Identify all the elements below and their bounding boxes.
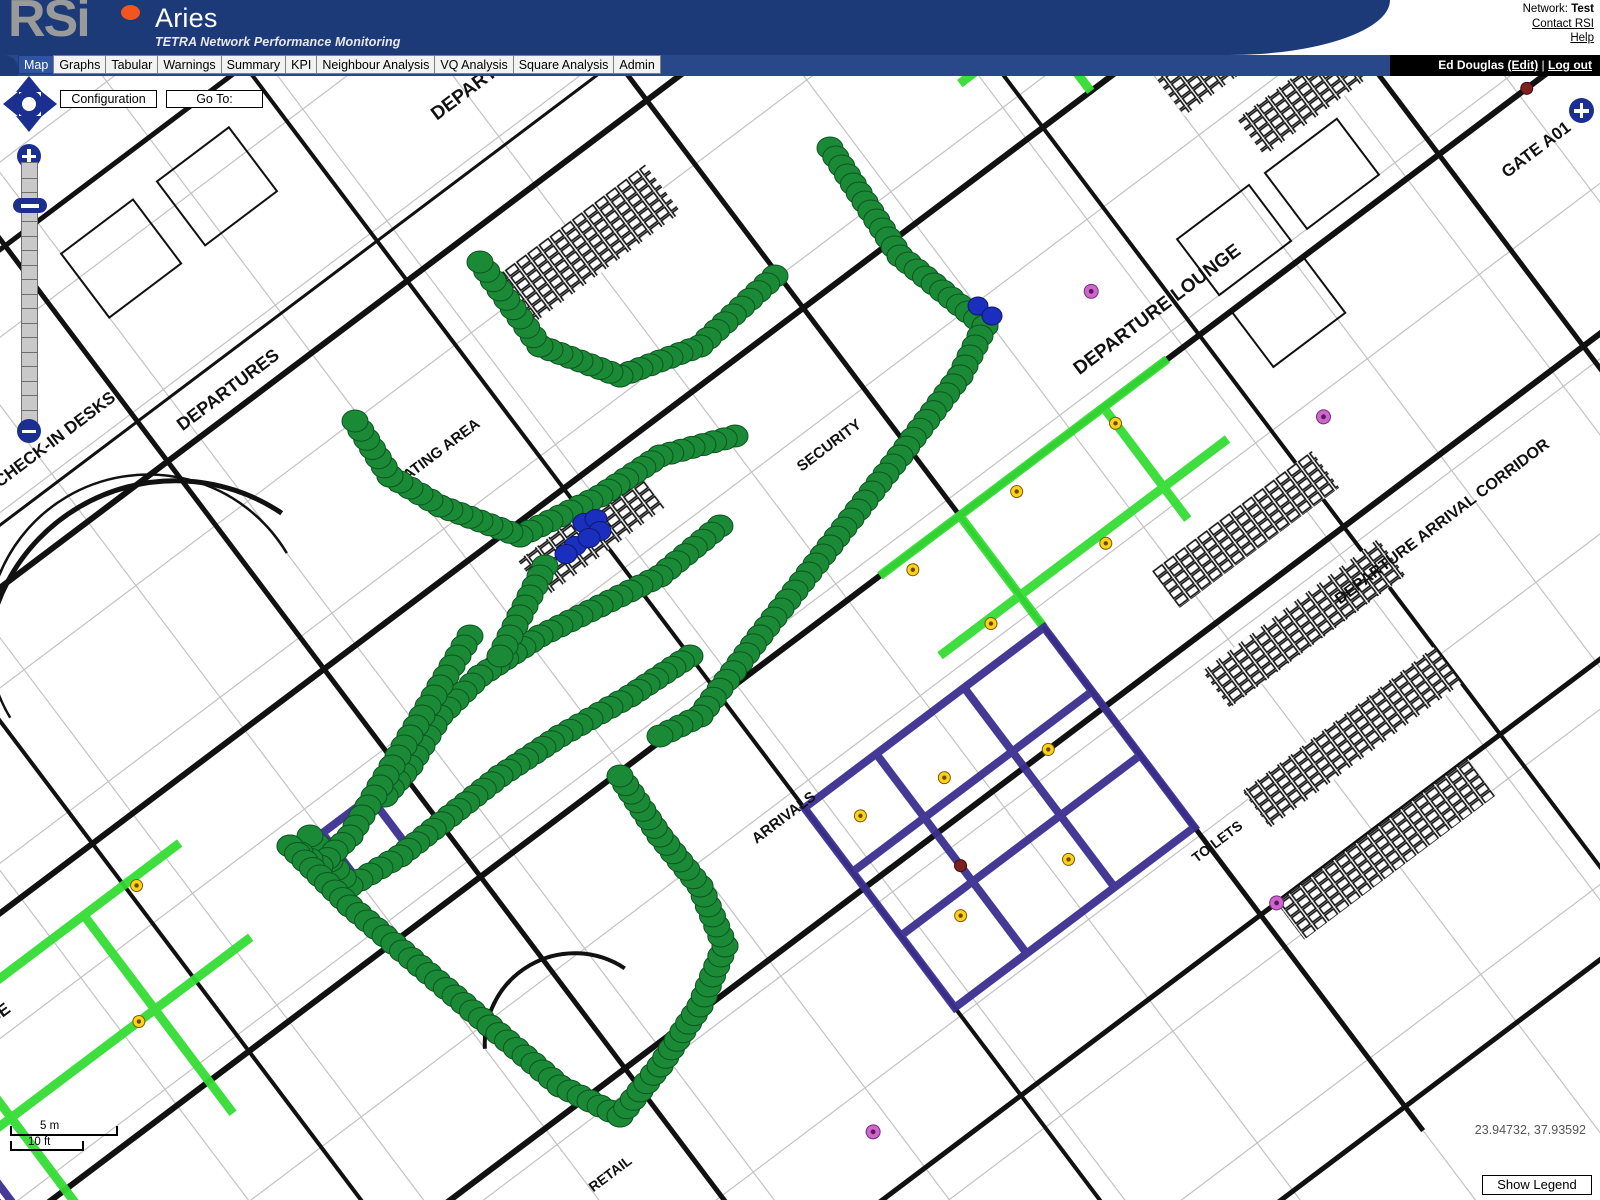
map-zoom-in-corner-button[interactable] (1569, 98, 1594, 123)
network-label: Network: (1522, 3, 1568, 15)
tab-summary[interactable]: Summary (220, 55, 287, 74)
edit-user-link[interactable]: (Edit) (1508, 58, 1539, 72)
measurement-point[interactable] (486, 644, 514, 668)
zoom-tick (22, 293, 37, 295)
configuration-button[interactable]: Configuration (60, 90, 157, 108)
pan-hub-button[interactable] (15, 90, 43, 118)
floor-plan-drawing: LOUNGE CORRIDOR INTERCHANGE CHECK-IN DES… (0, 76, 1600, 1200)
measurement-point-blue[interactable] (981, 306, 1003, 326)
zoom-tick (22, 235, 37, 237)
plus-icon-vertical (1579, 103, 1584, 118)
scale-imperial-label: 10 ft (28, 1136, 51, 1148)
plus-icon-vertical (27, 149, 31, 163)
tab-bar: Map Graphs Tabular Warnings Summary KPI Neighb… (0, 55, 1600, 76)
coordinate-readout: 23.94732, 37.93592 (1474, 1123, 1586, 1137)
tab-vq-analysis[interactable]: VQ Analysis (434, 55, 514, 74)
map-scale-bar: 5 m 10 ft (10, 1120, 140, 1156)
tab-warnings[interactable]: Warnings (157, 55, 222, 74)
aries-application: RSi Aries TETRA Network Performance Moni… (0, 0, 1600, 1200)
zoom-tick (22, 279, 37, 280)
measurement-point[interactable] (341, 409, 369, 433)
measurement-point-blue[interactable] (577, 528, 601, 548)
scale-metric-line (10, 1126, 118, 1136)
network-indicator: Network: Test (1523, 2, 1594, 17)
zoom-tick (22, 366, 37, 367)
zoom-tick (22, 322, 37, 324)
measurement-point[interactable] (646, 724, 674, 748)
user-strip-separator: | (1541, 58, 1545, 72)
tab-kpi[interactable]: KPI (285, 55, 318, 74)
pan-right-arrow[interactable] (41, 91, 57, 117)
tab-admin[interactable]: Admin (613, 55, 661, 74)
rsi-logo-text: RSi (8, 0, 91, 48)
help-link[interactable]: Help (1570, 32, 1594, 44)
tab-square-analysis[interactable]: Square Analysis (512, 55, 615, 74)
orange-dot-icon (121, 5, 140, 20)
map-navigation-control[interactable] (3, 76, 57, 450)
user-strip: Ed Douglas (Edit) | Log out (1438, 55, 1592, 76)
scale-imperial-line (10, 1141, 84, 1151)
tab-list: Map Graphs Tabular Warnings Summary KPI Neighb… (18, 55, 661, 76)
zoom-tick (22, 380, 37, 382)
measurement-point[interactable] (606, 764, 634, 788)
zoom-tick (22, 221, 37, 222)
map-view[interactable]: LOUNGE CORRIDOR INTERCHANGE CHECK-IN DES… (0, 76, 1600, 1200)
header-links: Network: Test Contact RSI Help (1523, 2, 1594, 46)
zoom-tick (22, 395, 37, 396)
tab-graphs[interactable]: Graphs (53, 55, 107, 74)
tab-tabular[interactable]: Tabular (105, 55, 159, 74)
goto-button[interactable]: Go To: (166, 90, 263, 108)
tab-map[interactable]: Map (18, 55, 55, 74)
user-name: Ed Douglas (1438, 58, 1505, 72)
zoom-tick (22, 308, 37, 309)
scale-metric-label: 5 m (40, 1120, 60, 1132)
zoom-tick (22, 351, 37, 353)
page-header: RSi Aries TETRA Network Performance Moni… (0, 0, 1600, 55)
app-title: Aries (155, 3, 218, 33)
measurement-point[interactable] (466, 250, 494, 274)
pan-hub-center (22, 97, 36, 111)
show-legend-button[interactable]: Show Legend (1482, 1175, 1592, 1195)
network-value: Test (1571, 3, 1594, 15)
zoom-tick (22, 177, 37, 179)
logout-link[interactable]: Log out (1548, 58, 1592, 72)
zoom-tick (22, 337, 37, 338)
rsi-logo: RSi (8, 0, 148, 52)
contact-rsi-link[interactable]: Contact RSI (1532, 18, 1594, 30)
zoom-tick (22, 264, 37, 266)
handle-grip-icon (21, 204, 39, 208)
measurement-point-blue[interactable] (554, 544, 578, 564)
zoom-out-button[interactable] (17, 419, 41, 443)
zoom-tick (22, 409, 37, 411)
app-subtitle: TETRA Network Performance Monitoring (155, 35, 401, 49)
minus-icon (22, 429, 36, 433)
zoom-slider-handle[interactable] (13, 198, 47, 213)
tab-neighbour-analysis[interactable]: Neighbour Analysis (316, 55, 436, 74)
zoom-tick (22, 250, 37, 251)
map-canvas[interactable]: LOUNGE CORRIDOR INTERCHANGE CHECK-IN DES… (0, 76, 1600, 1200)
pan-down-arrow[interactable] (16, 116, 42, 132)
zoom-tick (22, 192, 37, 193)
